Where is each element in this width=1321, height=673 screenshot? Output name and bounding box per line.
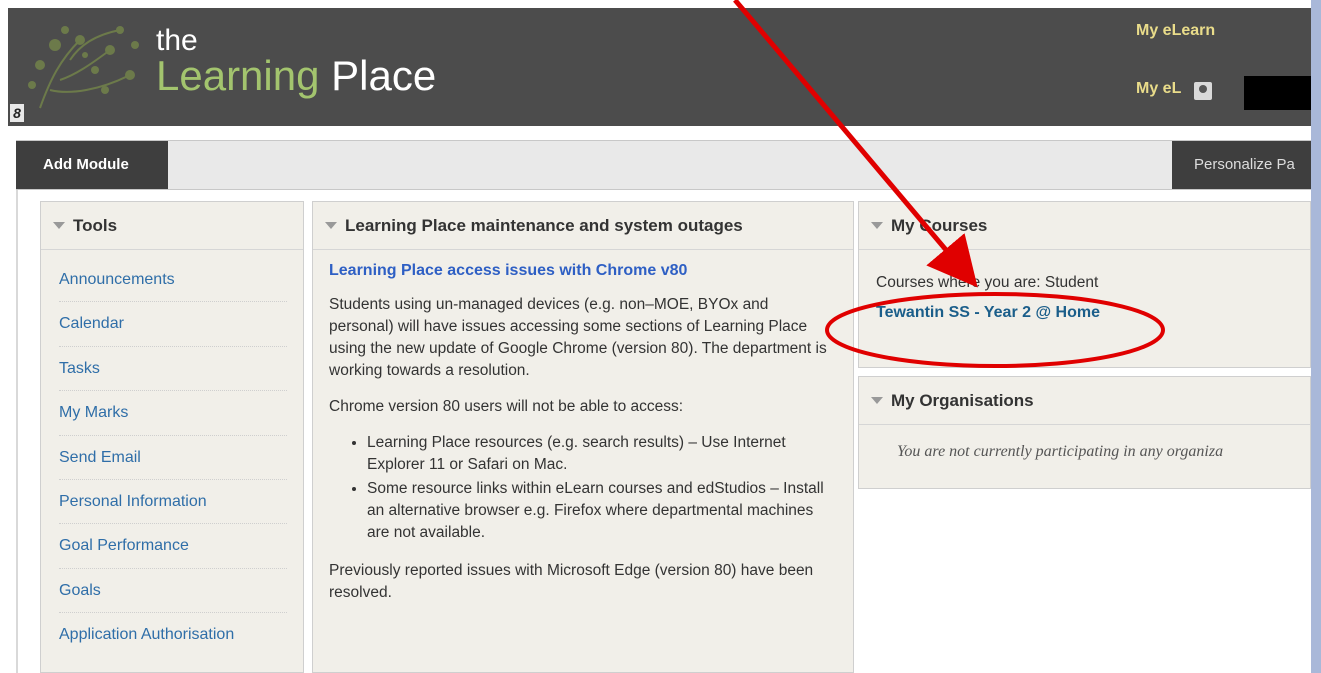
tools-module: Tools Announcements Calendar Tasks My Ma… — [40, 201, 304, 673]
tree-logo-icon — [28, 26, 139, 109]
brand-name: Learning Place — [156, 52, 436, 100]
my-elearn-link-2[interactable]: My eL — [1136, 80, 1181, 98]
left-rail — [16, 190, 18, 673]
tool-link-goal-performance[interactable]: Goal Performance — [59, 524, 287, 569]
collapse-triangle-icon[interactable] — [325, 222, 337, 230]
maintenance-paragraph-1: Students using un-managed devices (e.g. … — [329, 296, 827, 379]
maintenance-module-header[interactable]: Learning Place maintenance and system ou… — [313, 202, 853, 250]
my-courses-module: My Courses Courses where you are: Studen… — [858, 201, 1311, 368]
courses-role-label: Courses where you are: Student — [876, 274, 1099, 291]
module-toolbar: Add Module Personalize Pa — [16, 140, 1311, 190]
tool-link-personal-information[interactable]: Personal Information — [59, 480, 287, 525]
courses-module-header[interactable]: My Courses — [859, 202, 1310, 250]
chrome-issue-link[interactable]: Learning Place access issues with Chrome… — [329, 260, 837, 282]
tools-module-header[interactable]: Tools — [41, 202, 303, 250]
collapse-triangle-icon[interactable] — [871, 222, 883, 230]
personalize-page-button[interactable]: Personalize Pa — [1172, 141, 1311, 189]
maintenance-bullets: Learning Place resources (e.g. search re… — [367, 432, 837, 544]
tool-link-goals[interactable]: Goals — [59, 569, 287, 614]
tool-link-calendar[interactable]: Calendar — [59, 302, 287, 347]
maintenance-bullet: Some resource links within eLearn course… — [367, 478, 837, 544]
maintenance-paragraph-3: Previously reported issues with Microsof… — [329, 562, 814, 601]
maintenance-bullet: Learning Place resources (e.g. search re… — [367, 432, 837, 476]
add-module-button[interactable]: Add Module — [16, 141, 168, 189]
maintenance-module: Learning Place maintenance and system ou… — [312, 201, 854, 673]
brand-place-text: Place — [319, 52, 436, 99]
organisations-title: My Organisations — [891, 391, 1034, 410]
courses-title: My Courses — [891, 216, 988, 235]
site-header: the Learning Place 8 My eLearn My eL — [8, 8, 1311, 126]
maintenance-body: Learning Place access issues with Chrome… — [313, 250, 853, 628]
collapse-triangle-icon[interactable] — [871, 397, 883, 405]
user-avatar-icon[interactable] — [1194, 82, 1212, 100]
brand-place-word: Place — [331, 52, 437, 99]
my-organisations-module: My Organisations You are not currently p… — [858, 376, 1311, 489]
maintenance-title: Learning Place maintenance and system ou… — [345, 216, 743, 235]
organisations-empty-text: You are not currently participating in a… — [897, 443, 1224, 460]
tool-link-my-marks[interactable]: My Marks — [59, 391, 287, 436]
tool-link-application-authorisation[interactable]: Application Authorisation — [59, 613, 287, 657]
tool-link-tasks[interactable]: Tasks — [59, 347, 287, 392]
tools-title: Tools — [73, 216, 118, 235]
tools-list: Announcements Calendar Tasks My Marks Se… — [41, 258, 303, 658]
courses-body: Courses where you are: Student Tewantin … — [859, 250, 1310, 322]
my-elearn-link[interactable]: My eLearn — [1136, 22, 1215, 40]
maintenance-paragraph-2: Chrome version 80 users will not be able… — [329, 398, 684, 415]
corner-badge: 8 — [10, 104, 24, 122]
tool-link-announcements[interactable]: Announcements — [59, 258, 287, 303]
brand-learning-text: Learning — [156, 52, 320, 99]
redacted-username — [1244, 76, 1311, 110]
course-link-tewantin[interactable]: Tewantin SS - Year 2 @ Home — [876, 304, 1294, 322]
tool-link-send-email[interactable]: Send Email — [59, 436, 287, 480]
collapse-triangle-icon[interactable] — [53, 222, 65, 230]
window-edge-stripe — [1311, 0, 1321, 673]
organisations-module-header[interactable]: My Organisations — [859, 377, 1310, 425]
